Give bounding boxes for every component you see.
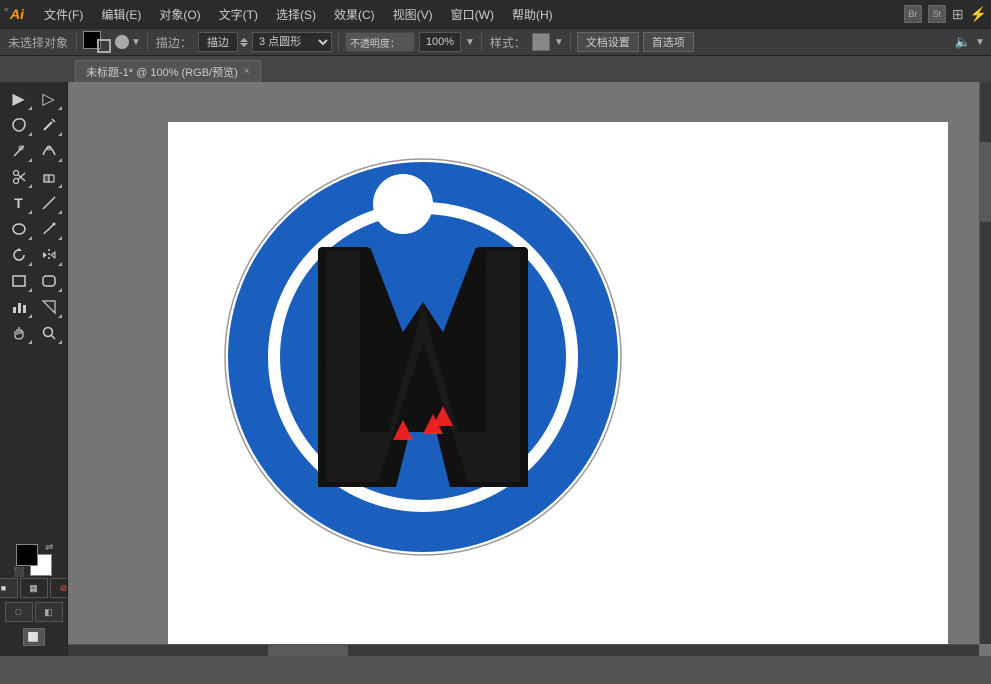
normal-mode-btn[interactable]: □ — [5, 602, 33, 622]
tab-bar: 未标题-1* @ 100% (RGB/预览) × — [0, 56, 991, 82]
opacity-dropdown-arrow[interactable]: ▼ — [465, 37, 475, 48]
brush-selector[interactable]: ▼ — [115, 35, 141, 49]
tool-row-9 — [0, 294, 67, 320]
lightning-icon[interactable]: ⚡ — [970, 6, 987, 23]
bridge-icon[interactable]: Br — [904, 5, 922, 23]
stock-icon[interactable]: St — [928, 5, 946, 23]
stroke-style-select[interactable]: 3 点圆形 — [252, 32, 332, 52]
tool-row-4 — [0, 164, 67, 190]
tool-row-10 — [0, 320, 67, 346]
reset-colors-icon[interactable]: ⬛ — [14, 567, 25, 578]
tool-row-3 — [0, 138, 67, 164]
tab-close-btn[interactable]: × — [244, 66, 250, 77]
menu-help[interactable]: 帮助(H) — [504, 4, 561, 25]
menu-window[interactable]: 窗口(W) — [443, 4, 502, 25]
opacity-label: 不透明度： — [346, 35, 404, 50]
more-options-arrow[interactable]: ▼ — [975, 37, 985, 48]
tool-row-1: ▶ ▷ — [0, 86, 67, 112]
toolbar-main: 未选择对象 ▼ 描边： 3 点圆形 不透明度： ▼ 样式： ▼ 文档设置 首选项… — [0, 28, 991, 56]
divider-4 — [481, 33, 482, 51]
stroke-label: 描边： — [154, 34, 194, 51]
type-tool-btn[interactable]: T — [5, 191, 33, 215]
stroke-up-arrow[interactable] — [240, 38, 248, 42]
menu-edit[interactable]: 编辑(E) — [93, 4, 149, 25]
selection-tool-btn[interactable]: ▶ — [5, 87, 33, 111]
fill-color-swatch-tools[interactable] — [16, 544, 38, 566]
horizontal-scroll-thumb[interactable] — [268, 645, 348, 656]
line-tool-btn[interactable] — [35, 191, 63, 215]
zoom-tool-btn[interactable] — [35, 321, 63, 345]
eraser-tool-btn[interactable] — [35, 165, 63, 189]
rotate-tool-btn[interactable] — [5, 243, 33, 267]
rounded-rect-tool-btn[interactable] — [35, 269, 63, 293]
tool-row-6 — [0, 216, 67, 242]
tool-row-5: T — [0, 190, 67, 216]
curvature-tool-btn[interactable] — [35, 139, 63, 163]
tab-title: 未标题-1* @ 100% (RGB/预览) — [86, 64, 238, 80]
stroke-stepper[interactable] — [198, 32, 248, 52]
menu-select[interactable]: 选择(S) — [268, 4, 324, 25]
preview-mode-btn[interactable]: ◧ — [35, 602, 63, 622]
no-fill-btn[interactable]: ⊘ — [50, 578, 69, 598]
direct-select-tool-btn[interactable]: ▷ — [35, 87, 63, 111]
color-area: ⇌ ⬛ ■ ▦ ⊘ □ ◧ ⬜ — [0, 540, 68, 652]
preferences-btn[interactable]: 首选项 — [643, 32, 694, 52]
menu-bar: Ai 文件(F) 编辑(E) 对象(O) 文字(T) 选择(S) 效果(C) 视… — [0, 0, 991, 28]
vertical-scroll-thumb[interactable] — [980, 142, 991, 222]
no-selection-label: 未选择对象 — [6, 34, 70, 51]
horizontal-scrollbar[interactable] — [68, 644, 979, 656]
logo-artwork[interactable] — [218, 142, 628, 575]
scissors-tool-btn[interactable] — [5, 165, 33, 189]
grid-icon[interactable]: ⊞ — [952, 6, 964, 23]
opacity-slider-track[interactable]: 不透明度： — [345, 32, 415, 52]
reflect-tool-btn[interactable] — [35, 243, 63, 267]
opacity-input[interactable] — [419, 32, 461, 52]
divider-5 — [570, 33, 571, 51]
style-label: 样式： — [488, 34, 528, 51]
logo-svg — [218, 142, 628, 572]
style-swatch[interactable] — [532, 33, 550, 51]
paintbrush-tool-btn[interactable] — [35, 217, 63, 241]
doc-settings-btn[interactable]: 文档设置 — [577, 32, 639, 52]
artboard-icon[interactable]: ⬜ — [23, 628, 45, 646]
lasso-tool-btn[interactable] — [5, 113, 33, 137]
gradient-fill-btn[interactable]: ▦ — [20, 578, 48, 598]
divider-3 — [338, 33, 339, 51]
artboard-toggle[interactable]: ⬜ — [21, 626, 47, 648]
hand-tool-btn[interactable] — [5, 321, 33, 345]
toolbar-right: 🔈 ▼ — [955, 34, 985, 50]
menu-effect[interactable]: 效果(C) — [326, 4, 383, 25]
tools-panel: « ▶ ▷ — [0, 82, 68, 656]
divider-2 — [147, 33, 148, 51]
swap-colors-icon[interactable]: ⇌ — [45, 542, 53, 553]
magic-wand-tool-btn[interactable] — [35, 113, 63, 137]
menu-file[interactable]: 文件(F) — [36, 4, 91, 25]
main-layout: « ▶ ▷ — [0, 82, 991, 656]
divider-1 — [76, 33, 77, 51]
view-mode-row: □ ◧ — [1, 600, 67, 624]
fill-style-row: ■ ▦ ⊘ — [0, 578, 68, 598]
stroke-input[interactable] — [198, 32, 238, 52]
menu-view[interactable]: 视图(V) — [385, 4, 441, 25]
tool-row-2 — [0, 112, 67, 138]
vertical-scrollbar[interactable] — [979, 82, 991, 644]
ellipse-tool-btn[interactable] — [5, 217, 33, 241]
document-tab[interactable]: 未标题-1* @ 100% (RGB/预览) × — [75, 60, 261, 82]
style-dropdown-arrow[interactable]: ▼ — [554, 37, 564, 48]
canvas-area[interactable] — [68, 82, 991, 656]
solid-fill-btn[interactable]: ■ — [0, 578, 18, 598]
color-swatches: ⇌ ⬛ — [16, 544, 52, 576]
pen-tool-btn[interactable] — [5, 139, 33, 163]
stroke-down-arrow[interactable] — [240, 43, 248, 47]
slice-tool-btn[interactable] — [35, 295, 63, 319]
bar-chart-tool-btn[interactable] — [5, 295, 33, 319]
menu-text[interactable]: 文字(T) — [211, 4, 266, 25]
brush-dropdown-arrow[interactable]: ▼ — [131, 37, 141, 48]
rectangle-tool-btn[interactable] — [5, 269, 33, 293]
tool-row-7 — [0, 242, 67, 268]
menu-object[interactable]: 对象(O) — [151, 4, 208, 25]
fill-color-swatch[interactable] — [83, 31, 111, 53]
speaker-icon[interactable]: 🔈 — [955, 34, 971, 50]
tool-row-8 — [0, 268, 67, 294]
